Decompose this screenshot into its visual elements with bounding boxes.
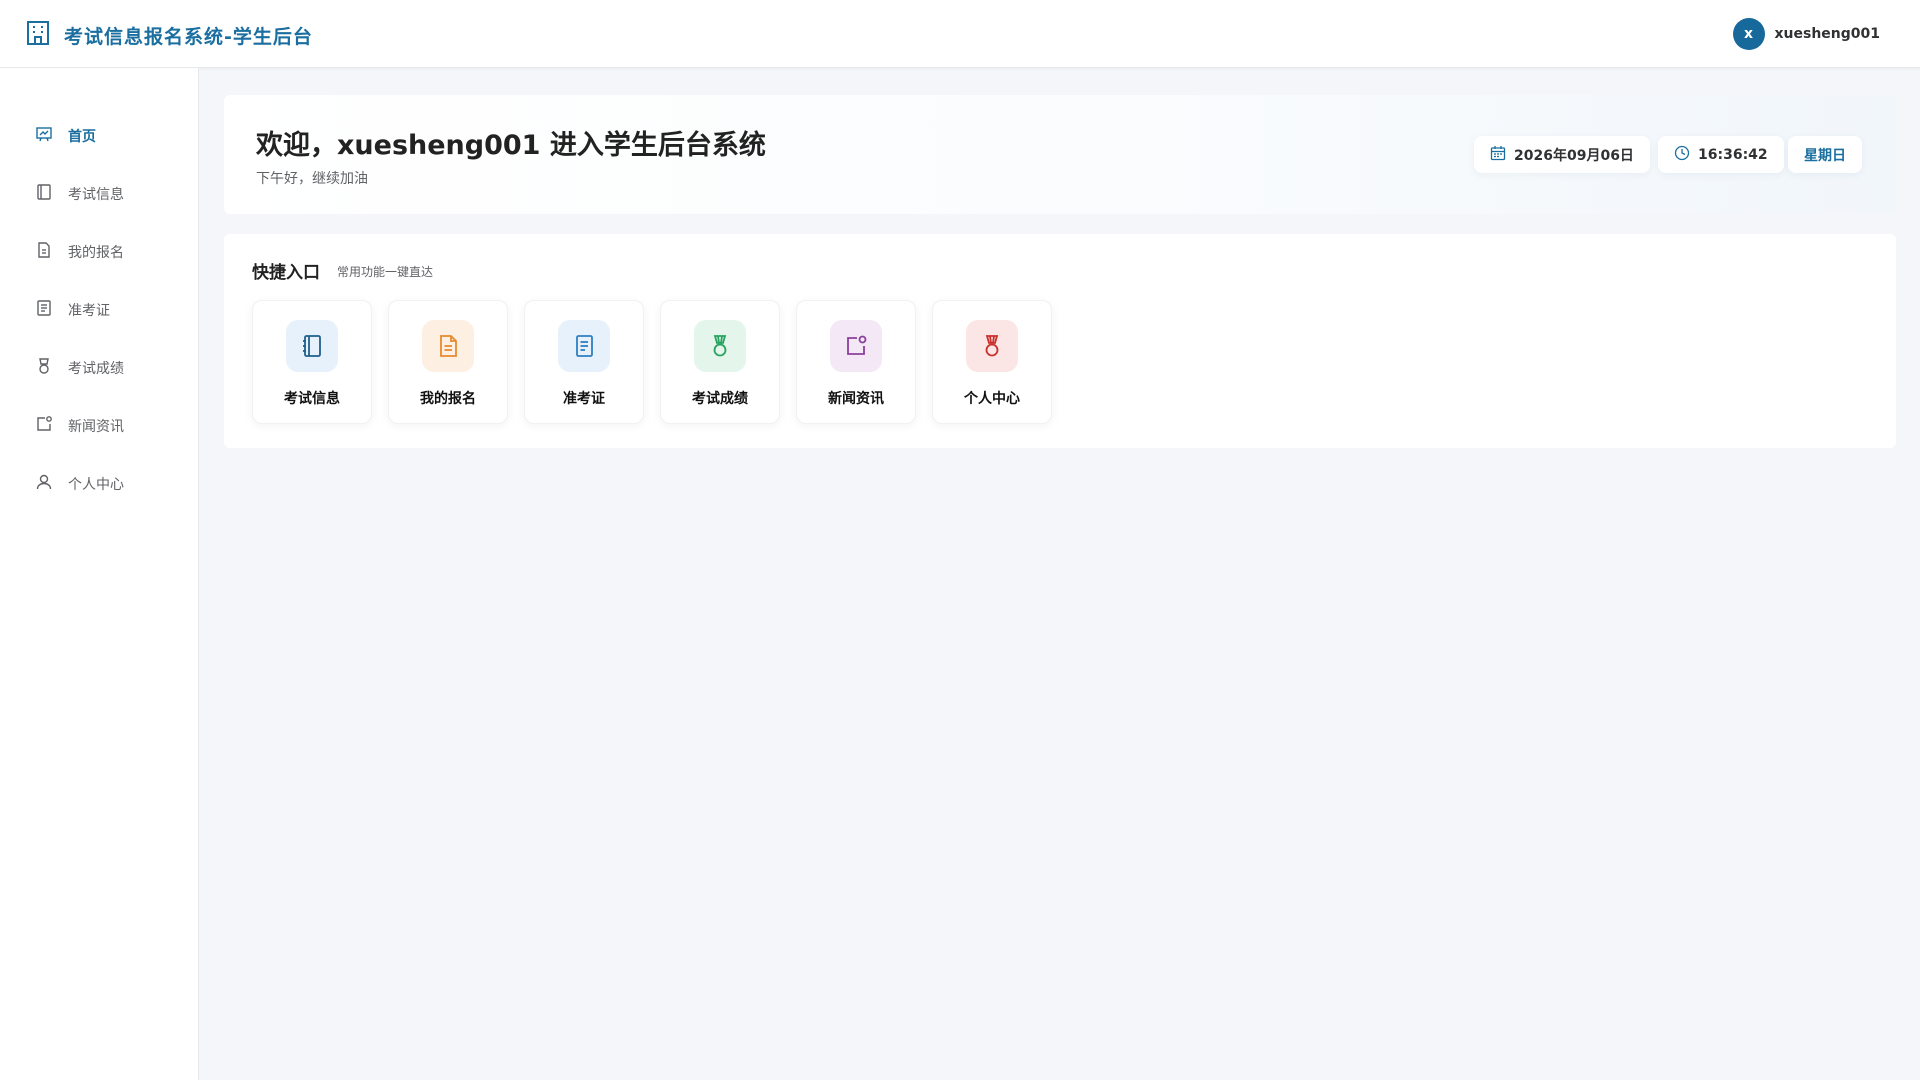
sidebar-item-exam-scores[interactable]: 考试成绩 <box>0 348 198 388</box>
welcome-title: 欢迎，xuesheng001 进入学生后台系统 <box>256 130 766 161</box>
card-label: 新闻资讯 <box>828 391 884 407</box>
brand[interactable]: 考试信息报名系统-学生后台 <box>26 20 313 50</box>
quick-card-exam-scores[interactable]: 考试成绩 <box>660 300 780 424</box>
sidebar-item-label: 考试成绩 <box>68 361 124 377</box>
ticket-document-icon <box>35 299 68 321</box>
document-icon <box>422 320 474 372</box>
weekday-badge: 星期日 <box>1788 136 1862 173</box>
sidebar-item-label: 个人中心 <box>68 477 124 493</box>
notebook-icon <box>35 183 68 205</box>
sidebar-item-label: 新闻资讯 <box>68 419 124 435</box>
card-label: 考试成绩 <box>692 391 748 407</box>
user-icon <box>35 473 68 495</box>
presentation-chart-icon <box>35 125 68 147</box>
medal-icon <box>694 320 746 372</box>
sidebar-item-profile[interactable]: 个人中心 <box>0 464 198 504</box>
sidebar-item-label: 我的报名 <box>68 245 124 261</box>
document-icon <box>35 241 68 263</box>
user-menu[interactable]: x xuesheng001 <box>1732 18 1881 50</box>
welcome-subtitle: 下午好，继续加油 <box>256 171 368 187</box>
current-date: 2026年09月06日 <box>1514 147 1634 164</box>
sidebar-item-news[interactable]: 新闻资讯 <box>0 406 198 446</box>
medal-icon <box>966 320 1018 372</box>
quick-card-admission-ticket[interactable]: 准考证 <box>524 300 644 424</box>
current-weekday: 星期日 <box>1804 147 1846 164</box>
quick-access-panel: 快捷入口 常用功能一键直达 考试信息 我的报名 准考证 考试成绩 新闻资讯 个人… <box>224 234 1896 448</box>
time-badge: 16:36:42 <box>1658 136 1784 173</box>
sidebar: 首页 考试信息 我的报名 准考证 考试成绩 新闻资讯 个人中心 <box>0 68 199 1080</box>
calendar-icon <box>1490 145 1514 165</box>
card-label: 个人中心 <box>964 391 1020 407</box>
sidebar-item-exam-info[interactable]: 考试信息 <box>0 174 198 214</box>
quick-access-title: 快捷入口 <box>252 263 320 283</box>
quick-card-news[interactable]: 新闻资讯 <box>796 300 916 424</box>
card-label: 考试信息 <box>284 391 340 407</box>
news-icon <box>830 320 882 372</box>
quick-card-my-registration[interactable]: 我的报名 <box>388 300 508 424</box>
card-label: 我的报名 <box>420 391 476 407</box>
clock-icon <box>1674 145 1698 165</box>
sidebar-item-label: 准考证 <box>68 303 110 319</box>
quick-card-exam-info[interactable]: 考试信息 <box>252 300 372 424</box>
avatar[interactable]: x <box>1732 18 1765 50</box>
username[interactable]: xuesheng001 <box>1775 26 1881 42</box>
top-bar: 考试信息报名系统-学生后台 x xuesheng001 <box>0 0 1920 68</box>
ticket-document-icon <box>558 320 610 372</box>
card-label: 准考证 <box>563 391 605 407</box>
medal-icon <box>35 357 68 379</box>
welcome-banner: 欢迎，xuesheng001 进入学生后台系统 下午好，继续加油 2026年09… <box>224 95 1896 214</box>
date-badge: 2026年09月06日 <box>1474 136 1650 173</box>
sidebar-item-my-registration[interactable]: 我的报名 <box>0 232 198 272</box>
quick-card-profile[interactable]: 个人中心 <box>932 300 1052 424</box>
notebook-icon <box>286 320 338 372</box>
sidebar-item-admission-ticket[interactable]: 准考证 <box>0 290 198 330</box>
quick-access-subtitle: 常用功能一键直达 <box>337 265 434 279</box>
news-icon <box>35 415 68 437</box>
sidebar-item-label: 考试信息 <box>68 187 124 203</box>
sidebar-item-home[interactable]: 首页 <box>0 116 198 156</box>
current-time: 16:36:42 <box>1698 146 1768 163</box>
sidebar-item-label: 首页 <box>68 129 96 145</box>
app-title: 考试信息报名系统-学生后台 <box>64 25 313 48</box>
building-icon <box>26 20 50 50</box>
